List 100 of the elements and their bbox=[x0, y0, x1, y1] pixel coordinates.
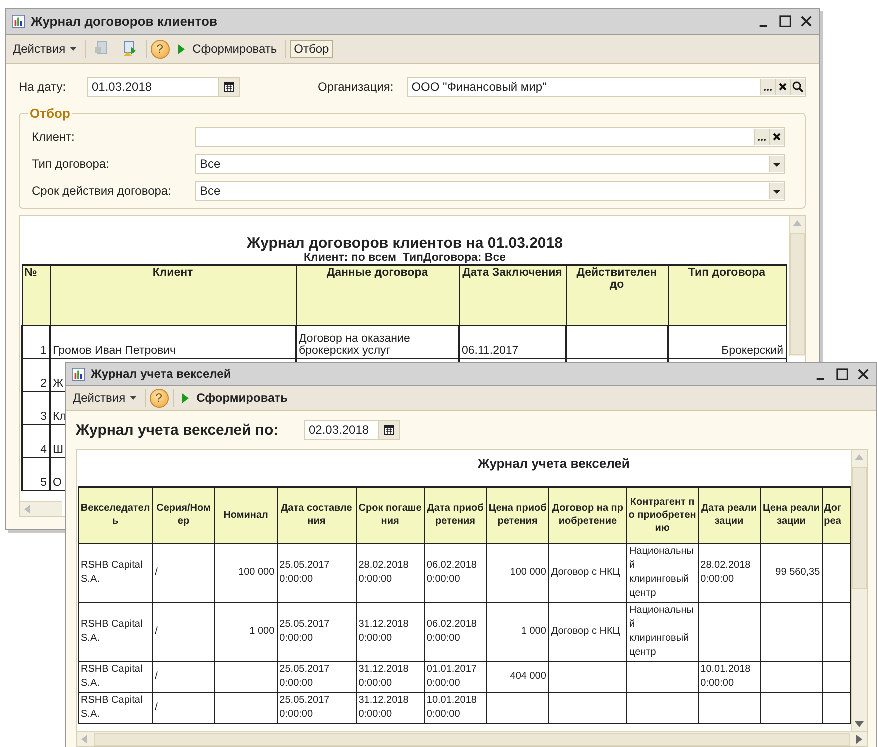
dropdown-field[interactable]: Все bbox=[195, 180, 785, 200]
report-title: Журнал договоров клиентов на 01.03.2018 bbox=[246, 234, 564, 252]
table-cell: 99 560,35 bbox=[760, 543, 823, 602]
column-header: Договор на приобретение bbox=[548, 487, 627, 543]
column-header: Дата приобретения bbox=[424, 487, 487, 543]
window-title: Журнал договоров клиентов bbox=[31, 14, 218, 29]
table-cell: 100 000 bbox=[486, 543, 549, 602]
generate-button[interactable]: Сформировать bbox=[174, 40, 282, 58]
organization-field[interactable]: ООО "Финансовый мир" bbox=[406, 77, 806, 97]
column-header: Данные договора bbox=[296, 265, 459, 325]
caret-icon bbox=[70, 47, 77, 51]
clear-icon[interactable] bbox=[769, 128, 784, 144]
column-header: Дата составления bbox=[277, 487, 356, 543]
caret-icon bbox=[130, 396, 137, 400]
table-cell: 28.02.2018 0:00:00 bbox=[698, 543, 760, 602]
table-cell: 01.01.2017 0:00:00 bbox=[424, 661, 487, 692]
clear-icon[interactable] bbox=[775, 79, 790, 95]
chart-icon bbox=[72, 368, 85, 380]
help-button[interactable]: ? bbox=[150, 40, 170, 58]
maximize-icon[interactable] bbox=[836, 368, 849, 380]
input-field[interactable] bbox=[195, 126, 785, 146]
column-header: Клиент bbox=[50, 265, 296, 325]
table-cell: Национальный клиринговый центр bbox=[626, 602, 698, 661]
actions-menu[interactable]: Действия bbox=[9, 40, 81, 58]
table-cell: / bbox=[152, 661, 215, 692]
column-header: Тип договора bbox=[668, 265, 786, 325]
actions-menu[interactable]: Действия bbox=[69, 389, 141, 407]
table-cell: 1 000 bbox=[486, 602, 549, 661]
table-cell: 31.12.2018 0:00:00 bbox=[356, 661, 424, 692]
vertical-scrollbar[interactable] bbox=[789, 216, 805, 356]
table-cell: 06.02.2018 0:00:00 bbox=[424, 602, 487, 661]
play-icon bbox=[178, 44, 185, 54]
column-header: Цена приобретения bbox=[486, 487, 549, 543]
table-cell: 5 bbox=[22, 457, 50, 490]
ellipsis-icon[interactable] bbox=[754, 128, 769, 144]
filter-label: Клиент: bbox=[32, 130, 76, 144]
table-cell: 28.02.2018 0:00:00 bbox=[356, 543, 424, 602]
column-header: Дата реализации bbox=[698, 487, 760, 543]
table-cell: RSHB Capital S.A. bbox=[78, 543, 153, 602]
table-cell: / bbox=[152, 692, 215, 723]
table-cell: 25.05.2017 0:00:00 bbox=[277, 692, 356, 723]
column-header: Действителен до bbox=[566, 265, 668, 325]
table-cell: RSHB Capital S.A. bbox=[78, 661, 153, 692]
table-cell: Договор с НКЦ bbox=[548, 543, 627, 602]
maximize-icon[interactable] bbox=[779, 15, 792, 28]
table-cell: RSHB Capital S.A. bbox=[78, 692, 153, 723]
table-cell: RSHB Capital S.A. bbox=[78, 602, 153, 661]
table-cell: Договор с НКЦ bbox=[548, 602, 627, 661]
ellipsis-icon[interactable] bbox=[760, 79, 775, 95]
column-header: № bbox=[22, 265, 50, 325]
dropdown-field[interactable]: Все bbox=[195, 154, 785, 174]
organization-label: Организация: bbox=[318, 80, 394, 94]
table-cell: 1 000 bbox=[214, 602, 278, 661]
column-header: Векселедатель bbox=[78, 487, 153, 543]
help-button[interactable]: ? bbox=[150, 388, 169, 408]
document-arrow-icon[interactable] bbox=[122, 41, 138, 57]
column-header: Контрагент по приобретению bbox=[626, 487, 698, 543]
group-title: Отбор bbox=[28, 106, 72, 121]
filter-label: Срок действия договора: bbox=[32, 184, 172, 198]
table-cell: 25.05.2017 0:00:00 bbox=[277, 661, 356, 692]
table-cell: 404 000 bbox=[486, 661, 549, 692]
generate-button[interactable]: Сформировать bbox=[178, 389, 292, 407]
table-cell: 100 000 bbox=[214, 543, 278, 602]
table-cell: 10.01.2018 0:00:00 bbox=[698, 661, 760, 692]
table-cell: 10.01.2018 0:00:00 bbox=[424, 692, 487, 723]
table-cell: Национальный клиринговый центр bbox=[626, 543, 698, 602]
filter-toggle-button[interactable]: Отбор bbox=[290, 40, 334, 58]
table-cell: 31.12.2018 0:00:00 bbox=[356, 602, 424, 661]
column-header: Дог реа bbox=[822, 487, 850, 543]
column-header: Номинал bbox=[214, 487, 278, 543]
window-title: Журнал учета векселей bbox=[91, 367, 232, 381]
date-field[interactable]: 02.03.2018 bbox=[304, 420, 400, 440]
table-cell: 25.05.2017 0:00:00 bbox=[277, 543, 356, 602]
chart-icon bbox=[12, 15, 25, 28]
table-cell: 06.11.2017 bbox=[459, 325, 566, 358]
date-field[interactable]: 01.03.2018 bbox=[87, 77, 240, 97]
report-title: Журнал учета векселей bbox=[477, 455, 631, 473]
table-cell: Брокерский bbox=[668, 325, 786, 358]
close-icon[interactable] bbox=[857, 368, 870, 380]
table-cell: 4 bbox=[22, 424, 50, 457]
horizontal-scrollbar[interactable] bbox=[20, 501, 62, 516]
table-cell: / bbox=[152, 543, 215, 602]
date-label: На дату: bbox=[19, 80, 68, 94]
horizontal-scrollbar[interactable] bbox=[77, 731, 867, 746]
column-header: Серия/Номер bbox=[152, 487, 215, 543]
close-icon[interactable] bbox=[800, 15, 813, 28]
table-cell: 3 bbox=[22, 391, 50, 424]
calendar-icon[interactable] bbox=[218, 78, 239, 96]
table-cell: Громов Иван Петрович bbox=[50, 325, 296, 358]
period-label: Журнал учета векселей по: bbox=[76, 422, 280, 438]
table-cell: 31.12.2018 0:00:00 bbox=[356, 692, 424, 723]
table-cell: / bbox=[152, 602, 215, 661]
table-cell: 1 bbox=[22, 325, 50, 358]
vertical-scrollbar[interactable] bbox=[851, 450, 867, 732]
table-cell: Договор на оказание брокерских услуг bbox=[296, 325, 459, 358]
calendar-icon[interactable] bbox=[378, 421, 399, 439]
filter-label: Тип договора: bbox=[32, 156, 110, 170]
table-cell: 06.02.2018 0:00:00 bbox=[424, 543, 487, 602]
column-header: Срок погашения bbox=[356, 487, 424, 543]
search-icon[interactable] bbox=[790, 79, 805, 95]
